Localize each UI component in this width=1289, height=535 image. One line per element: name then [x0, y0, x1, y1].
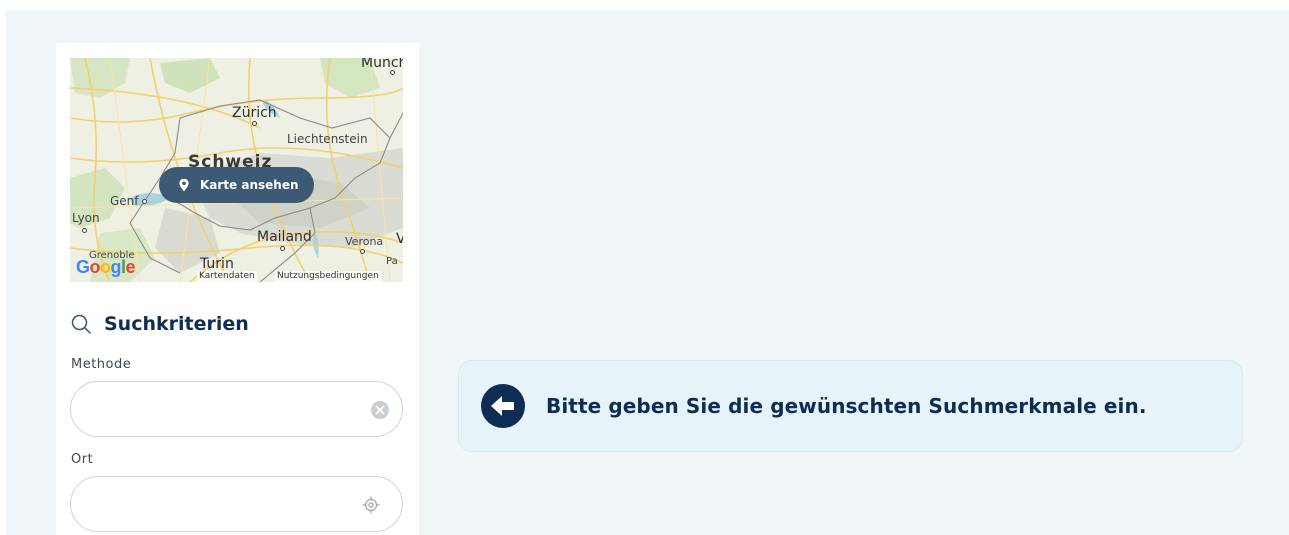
map-label-zurich: Zürich	[232, 105, 277, 121]
zurich-dot	[252, 121, 257, 126]
mailand-dot	[280, 246, 285, 251]
map-attribution-terms[interactable]: Nutzungsbedingungen	[275, 271, 381, 282]
genf-dot	[142, 199, 147, 204]
info-notice: Bitte geben Sie die gewünschten Suchmerk…	[458, 360, 1243, 452]
map-pin-icon	[179, 178, 189, 192]
place-input[interactable]	[91, 477, 361, 531]
map-label-turin: Turin	[200, 256, 234, 272]
arrow-left-icon	[481, 384, 525, 428]
locate-icon[interactable]	[362, 496, 380, 514]
verona-dot	[360, 249, 365, 254]
method-field[interactable]	[70, 381, 403, 437]
map-label-verona: Verona	[345, 235, 384, 248]
view-map-button[interactable]: Karte ansehen	[159, 167, 314, 203]
google-logo: Google	[76, 257, 136, 277]
view-map-label: Karte ansehen	[200, 178, 299, 192]
map-label-v: V	[396, 231, 403, 247]
method-input[interactable]	[91, 382, 361, 436]
place-label: Ort	[71, 452, 94, 467]
clear-icon[interactable]	[370, 400, 390, 420]
map-label-lyon: Lyon	[72, 211, 100, 225]
method-label: Methode	[71, 357, 132, 372]
map-label-genf: Genf	[110, 194, 139, 208]
criteria-header: Suchkriterien	[70, 313, 249, 335]
map-label-pa: Pa	[386, 256, 398, 267]
criteria-title: Suchkriterien	[104, 313, 249, 335]
notice-text: Bitte geben Sie die gewünschten Suchmerk…	[546, 394, 1147, 418]
map-label-mailand: Mailand	[257, 229, 312, 245]
map-label-liechtenstein: Liechtenstein	[287, 132, 368, 146]
search-icon	[71, 314, 91, 334]
lyon-dot	[82, 228, 87, 233]
map-attribution-data[interactable]: Kartendaten	[197, 271, 257, 282]
place-field[interactable]	[70, 476, 403, 532]
map-label-munich: Munch	[361, 58, 403, 71]
